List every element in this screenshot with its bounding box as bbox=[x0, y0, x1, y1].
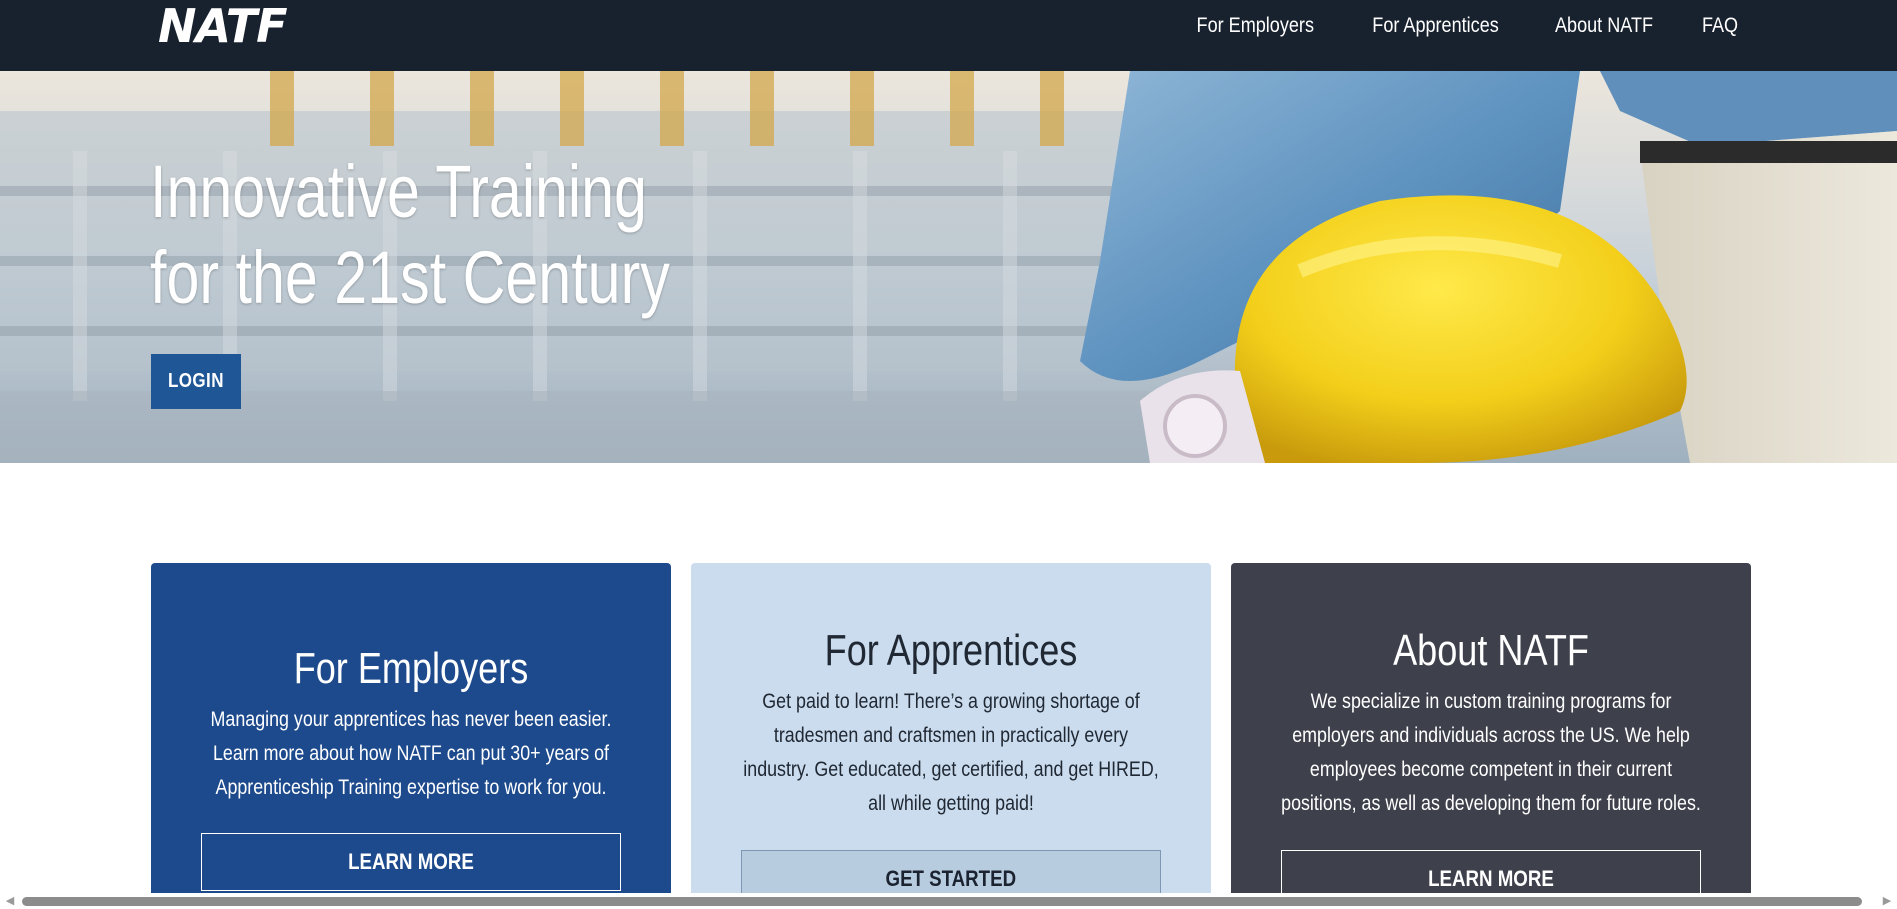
login-button[interactable]: LOGIN bbox=[151, 354, 241, 409]
scrollbar-thumb[interactable] bbox=[22, 897, 1862, 906]
hero-title-line-1: Innovative Training bbox=[150, 150, 647, 233]
top-navbar: NATF For Employers For Apprentices About… bbox=[0, 0, 1897, 71]
card-title-about-natf: About NATF bbox=[1393, 626, 1589, 675]
scroll-right-arrow-icon[interactable]: ▶ bbox=[1879, 893, 1895, 909]
nav-link-for-employers[interactable]: For Employers bbox=[1197, 10, 1314, 42]
nav-link-faq[interactable]: FAQ bbox=[1702, 10, 1738, 42]
hero-title-line-2: for the 21st Century bbox=[150, 236, 670, 319]
card-for-employers: For Employers Managing your apprentices … bbox=[151, 563, 671, 903]
horizontal-scrollbar[interactable]: ◀ ▶ bbox=[0, 893, 1897, 909]
scroll-left-arrow-icon[interactable]: ◀ bbox=[2, 893, 18, 909]
nav-link-about-natf[interactable]: About NATF bbox=[1555, 10, 1653, 42]
main-nav: For Employers For Apprentices About NATF… bbox=[1187, 10, 1741, 42]
login-button-label: LOGIN bbox=[168, 370, 224, 392]
employers-learn-more-label: LEARN MORE bbox=[348, 849, 474, 874]
employers-learn-more-button[interactable]: LEARN MORE bbox=[201, 833, 621, 891]
card-text-for-apprentices: Get paid to learn! There’s a growing sho… bbox=[743, 690, 1159, 815]
card-title-for-apprentices: For Apprentices bbox=[824, 626, 1078, 675]
apprentices-get-started-label: GET STARTED bbox=[885, 866, 1017, 891]
hero-banner: Innovative Training for the 21st Century… bbox=[0, 71, 1897, 463]
card-for-apprentices: For Apprentices Get paid to learn! There… bbox=[691, 563, 1211, 903]
hero-title: Innovative Training for the 21st Century bbox=[150, 149, 670, 321]
card-about-natf: About NATF We specialize in custom train… bbox=[1231, 563, 1751, 903]
card-text-for-employers: Managing your apprentices has never been… bbox=[210, 708, 612, 799]
natf-logo[interactable]: NATF bbox=[158, 0, 287, 52]
card-text-about-natf: We specialize in custom training program… bbox=[1281, 690, 1701, 815]
nav-link-for-apprentices[interactable]: For Apprentices bbox=[1372, 10, 1498, 42]
card-title-for-employers: For Employers bbox=[293, 644, 529, 693]
about-learn-more-label: LEARN MORE bbox=[1428, 866, 1554, 891]
